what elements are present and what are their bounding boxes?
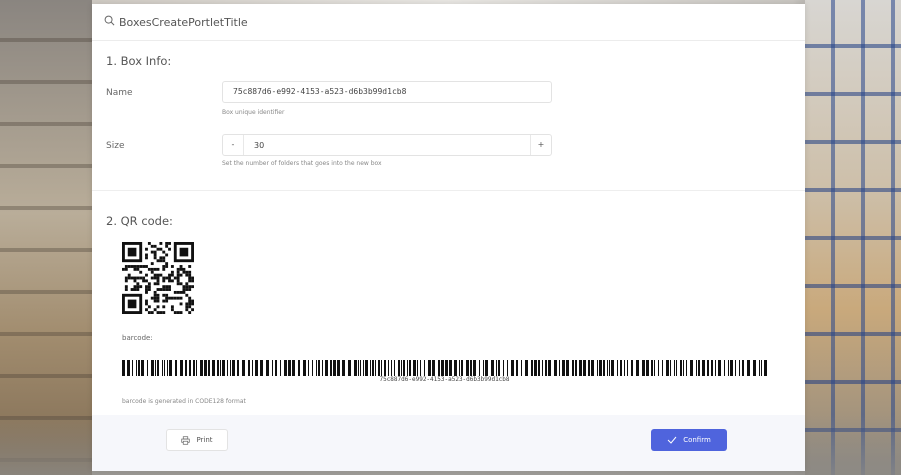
- name-input[interactable]: 75c887d6-e992-4153-a523-d6b3b99d1cb8: [222, 81, 552, 103]
- panel-title: BoxesCreatePortletTitle: [119, 15, 248, 29]
- print-label: Print: [196, 436, 213, 444]
- barcode-hint: barcode is generated in CODE128 format: [122, 398, 246, 405]
- check-icon: [667, 436, 677, 444]
- size-increment-button[interactable]: +: [530, 135, 551, 155]
- background-right: [805, 0, 901, 475]
- qr-code-image: [122, 242, 194, 314]
- confirm-label: Confirm: [683, 436, 711, 444]
- panel-footer: Print Confirm: [92, 415, 805, 471]
- size-hint: Set the number of folders that goes into…: [222, 160, 382, 167]
- qr-code-title: 2. QR code:: [106, 214, 173, 228]
- section-divider: [92, 190, 805, 191]
- printer-icon: [181, 435, 191, 445]
- name-hint: Box unique identifier: [222, 109, 285, 116]
- search-icon: [104, 15, 119, 29]
- barcode-text: 75c887d6-e992-4153-a523-d6b3b99d1cb8: [379, 376, 510, 383]
- size-stepper: - 30 +: [222, 134, 552, 156]
- barcode-label: barcode:: [122, 334, 153, 342]
- name-label: Name: [106, 88, 133, 98]
- size-input[interactable]: 30: [244, 141, 264, 150]
- confirm-button[interactable]: Confirm: [651, 429, 727, 451]
- box-info-title: 1. Box Info:: [106, 54, 172, 68]
- panel-header: BoxesCreatePortletTitle: [92, 4, 805, 41]
- size-decrement-button[interactable]: -: [223, 135, 244, 155]
- background-left: [0, 0, 92, 475]
- create-box-panel: BoxesCreatePortletTitle 1. Box Info: Nam…: [92, 4, 805, 471]
- size-label: Size: [106, 141, 125, 151]
- print-button[interactable]: Print: [166, 429, 228, 451]
